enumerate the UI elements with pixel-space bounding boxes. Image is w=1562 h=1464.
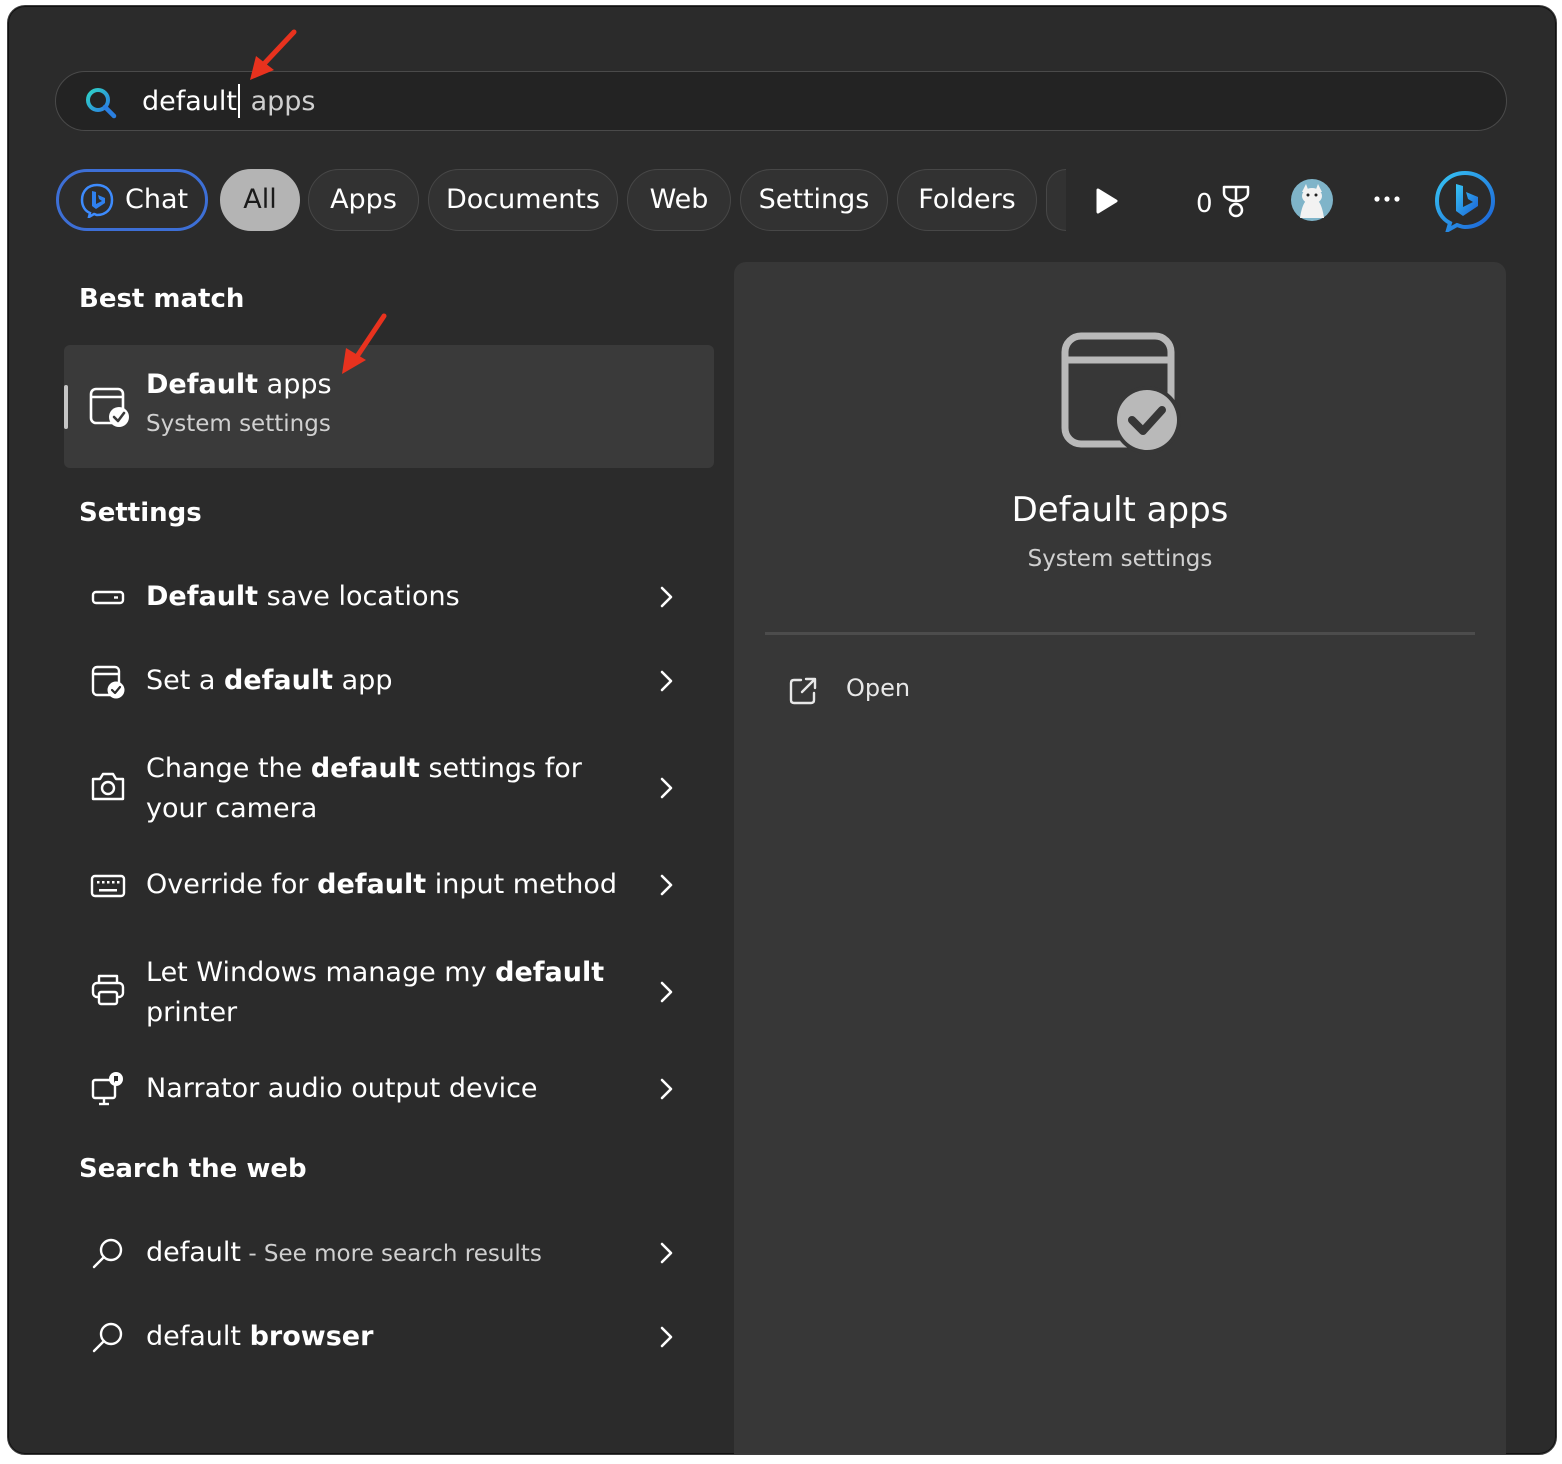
play-icon[interactable] — [1092, 186, 1120, 216]
default-apps-icon — [89, 387, 129, 427]
search-typed-text: default — [142, 86, 238, 117]
printer-icon — [91, 974, 125, 1006]
best-match-heading: Best match — [79, 284, 245, 314]
chevron-right-icon — [660, 874, 673, 896]
settings-result-label: Change the default settings for your cam… — [146, 753, 582, 824]
detail-title: Default apps — [1011, 490, 1229, 530]
narrator-icon — [91, 1072, 123, 1106]
user-avatar[interactable] — [1290, 178, 1334, 222]
search-input[interactable]: default apps — [142, 80, 316, 124]
web-result-item[interactable]: default - See more search results — [64, 1232, 714, 1274]
open-button[interactable]: Open — [784, 670, 1084, 714]
settings-result-item[interactable]: Default save locations — [64, 576, 714, 618]
bing-button-icon[interactable] — [1434, 170, 1496, 232]
selection-indicator — [64, 385, 68, 429]
text-caret — [238, 83, 241, 118]
best-match-subtitle: System settings — [146, 411, 331, 437]
divider — [765, 632, 1475, 635]
settings-result-item[interactable]: Narrator audio output device — [64, 1068, 714, 1110]
search-web-heading: Search the web — [79, 1154, 307, 1184]
more-filters-clipped-pill[interactable] — [1046, 169, 1066, 231]
web-filter-button[interactable]: Web — [627, 169, 731, 231]
open-label: Open — [846, 674, 911, 702]
more-options-icon[interactable] — [1372, 192, 1402, 206]
detail-subtitle: System settings — [1027, 546, 1213, 572]
chevron-right-icon — [660, 1078, 673, 1100]
drive-icon — [91, 590, 125, 605]
best-match-title: Default apps — [146, 369, 332, 400]
default-apps-icon — [91, 665, 125, 699]
keyboard-icon — [90, 874, 126, 898]
chevron-right-icon — [660, 1326, 673, 1348]
search-suggestion-text: apps — [242, 86, 316, 117]
web-result-item[interactable]: default browser — [64, 1316, 714, 1358]
open-external-icon — [789, 677, 817, 705]
search-icon — [92, 1322, 123, 1353]
chevron-right-icon — [660, 670, 673, 692]
documents-filter-button[interactable]: Documents — [428, 169, 618, 231]
settings-result-label: Narrator audio output device — [146, 1073, 538, 1104]
best-match-title-bold: Default — [146, 369, 259, 400]
chevron-right-icon — [660, 1242, 673, 1264]
chevron-right-icon — [660, 981, 673, 1003]
settings-filter-button[interactable]: Settings — [740, 169, 888, 231]
annotation-arrow-icon — [250, 29, 297, 80]
web-result-label: default - See more search results — [146, 1237, 542, 1268]
chat-filter-button[interactable]: Chat — [56, 169, 208, 231]
trophy-icon[interactable] — [1220, 184, 1252, 220]
detail-panel: Default apps System settings Open — [734, 262, 1506, 1454]
chevron-right-icon — [660, 777, 673, 799]
settings-result-item[interactable]: Let Windows manage my default printer — [64, 948, 714, 1034]
chat-filter-label: Chat — [125, 184, 189, 215]
settings-result-label: Default save locations — [146, 581, 460, 612]
settings-result-item[interactable]: Override for default input method — [64, 864, 714, 906]
settings-result-label: Set a default app — [146, 665, 393, 696]
camera-icon — [91, 772, 125, 801]
annotation-arrow-icon — [342, 313, 387, 374]
rewards-points[interactable]: 0 — [1196, 184, 1213, 224]
settings-result-item[interactable]: Set a default app — [64, 660, 714, 702]
apps-filter-button[interactable]: Apps — [308, 169, 419, 231]
settings-result-label: Override for default input method — [146, 869, 618, 900]
settings-result-item[interactable]: Change the default settings for your cam… — [64, 744, 714, 830]
settings-heading: Settings — [79, 498, 202, 528]
all-filter-button[interactable]: All — [220, 169, 300, 231]
chevron-right-icon — [660, 586, 673, 608]
settings-result-label: Let Windows manage my default printer — [146, 957, 605, 1028]
search-window: default apps Chat All Apps Documents Web… — [7, 5, 1557, 1455]
bing-chat-icon — [80, 183, 114, 218]
folders-filter-button[interactable]: Folders — [897, 169, 1037, 231]
search-icon — [92, 1238, 123, 1269]
search-icon — [86, 88, 117, 119]
web-result-label: default browser — [146, 1321, 374, 1352]
best-match-title-rest: apps — [258, 369, 332, 400]
default-apps-icon — [1061, 332, 1181, 454]
